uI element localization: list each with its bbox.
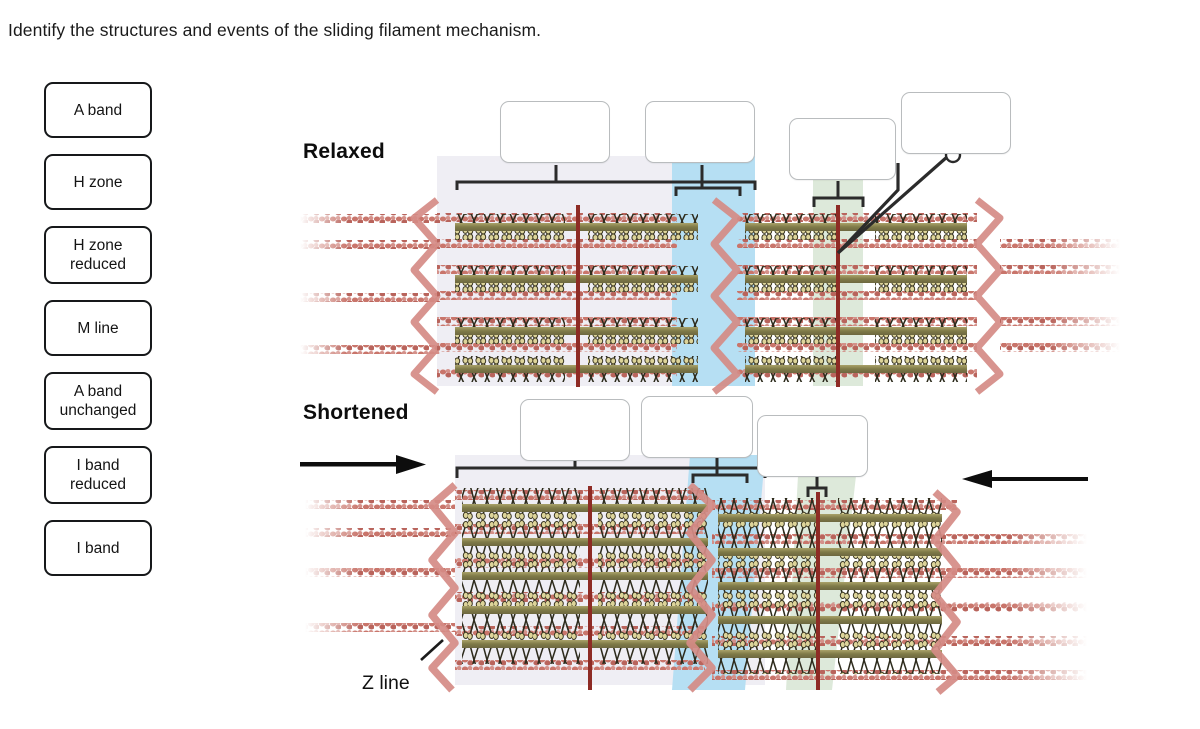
drop-box-shortened-a-band[interactable] xyxy=(520,399,630,461)
panel-label-shortened: Shortened xyxy=(303,401,409,424)
drop-box-shortened-i-band[interactable] xyxy=(641,396,753,458)
drop-box-shortened-h-zone[interactable] xyxy=(757,415,868,477)
panel-label-relaxed: Relaxed xyxy=(303,140,385,163)
drop-box-relaxed-a-band[interactable] xyxy=(500,101,610,163)
relaxed-left-actin-group xyxy=(300,214,440,354)
drop-box-relaxed-m-line[interactable] xyxy=(901,92,1011,154)
shortening-arrow-left xyxy=(300,455,426,474)
z-line-label: Z line xyxy=(362,672,410,694)
drop-box-relaxed-h-zone[interactable] xyxy=(789,118,896,180)
z-line-left-shortened xyxy=(428,482,459,693)
m-line-relaxed-left xyxy=(576,205,580,387)
sliding-filament-diagram: Relaxed Shortened Z line xyxy=(0,0,1200,729)
m-line-shortened xyxy=(816,492,820,690)
shortened-right-actin-group xyxy=(957,534,1087,680)
relaxed-right-actin-group xyxy=(1000,239,1120,352)
shortening-arrow-right xyxy=(962,470,1088,488)
z-line-right-relaxed xyxy=(973,197,1004,395)
drop-box-relaxed-i-band[interactable] xyxy=(645,101,755,163)
m-line-shortened-left xyxy=(588,486,592,690)
m-line-relaxed xyxy=(836,205,840,387)
